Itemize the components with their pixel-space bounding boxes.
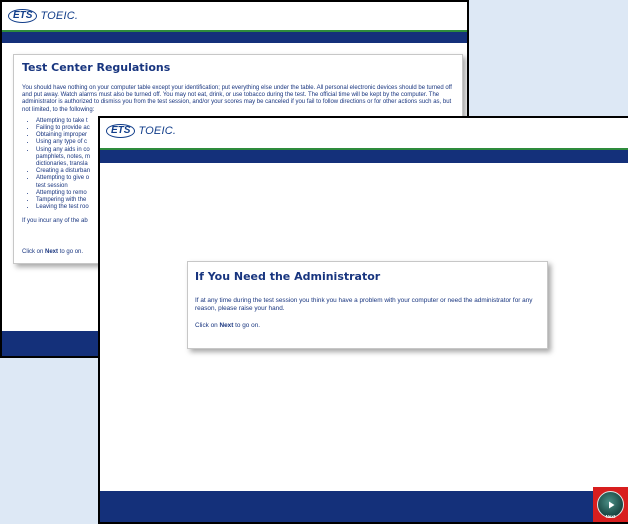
click-next-instruction: Click on Next to go on. (195, 322, 540, 330)
next-keyword: Next (45, 248, 59, 255)
ets-logo: ETS (8, 9, 38, 23)
regulations-intro: You should have nothing on your computer… (22, 85, 452, 113)
instruction-prefix: Click on (195, 321, 220, 329)
toeic-wordmark: TOEIC. (40, 10, 79, 22)
instruction-suffix: to go on. (233, 321, 261, 329)
header-blue-band (2, 32, 467, 43)
toeic-wordmark: TOEIC. (138, 125, 177, 137)
ets-toeic-logo: ETS TOEIC. (8, 9, 78, 23)
administrator-body: If at any time during the test session y… (195, 297, 533, 312)
next-keyword: Next (219, 321, 234, 329)
footer-blue-band (100, 491, 628, 522)
instruction-prefix: Click on (22, 248, 46, 255)
administrator-panel: If You Need the Administrator If at any … (187, 261, 548, 349)
instruction-suffix: to go on. (58, 248, 84, 255)
administrator-window: ETS TOEIC. If You Need the Administrator… (98, 116, 628, 524)
play-arrow-icon (608, 501, 614, 508)
next-button-label[interactable]: Next (596, 514, 625, 519)
ets-toeic-logo: ETS TOEIC. (106, 124, 176, 138)
ets-logo: ETS (106, 124, 136, 138)
regulations-title: Test Center Regulations (22, 61, 171, 74)
header-blue-band (100, 150, 628, 163)
administrator-title: If You Need the Administrator (195, 270, 381, 283)
